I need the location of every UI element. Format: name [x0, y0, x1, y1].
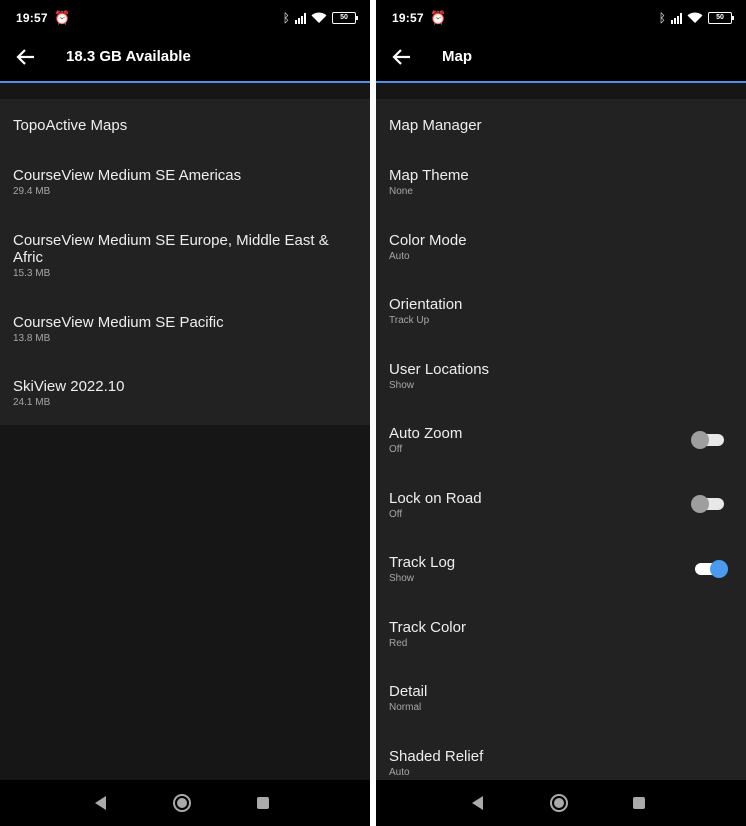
nav-bar — [376, 780, 746, 826]
setting-value: None — [389, 186, 413, 197]
auto-zoom-toggle[interactable] — [691, 431, 724, 449]
battery-icon: 50 — [708, 12, 734, 24]
map-settings-list: Map Manager Map Theme None Color Mode Au… — [376, 99, 746, 780]
setting-track-log[interactable]: Track Log Show — [389, 554, 732, 585]
setting-title: Auto Zoom — [389, 425, 463, 442]
nav-home-icon[interactable] — [549, 793, 569, 813]
setting-value: Normal — [389, 702, 422, 713]
list-item-title: SkiView 2022.10 — [13, 378, 125, 395]
app-bar: 18.3 GB Available — [0, 36, 370, 83]
list-item-size: 15.3 MB — [13, 268, 51, 279]
bluetooth-icon: ᛒ — [658, 11, 666, 25]
list-item-topoactive-maps[interactable]: TopoActive Maps — [13, 117, 356, 134]
setting-lock-on-road[interactable]: Lock on Road Off — [389, 490, 732, 521]
setting-value: Red — [389, 638, 408, 649]
lock-on-road-toggle[interactable] — [691, 495, 724, 513]
track-log-toggle[interactable] — [695, 560, 728, 578]
signal-icon — [295, 12, 306, 24]
page-title: Map — [442, 48, 472, 65]
status-bar: 19:57 ⏰ ᛒ 50 — [376, 0, 746, 36]
setting-track-color[interactable]: Track Color Red — [389, 619, 732, 650]
list-item-skiview[interactable]: SkiView 2022.10 24.1 MB — [13, 378, 356, 409]
setting-title: Lock on Road — [389, 490, 482, 507]
status-bar: 19:57 ⏰ ᛒ 50 — [0, 0, 370, 36]
toggle-knob — [691, 431, 709, 449]
list-item-title: CourseView Medium SE Europe, Middle East… — [13, 232, 329, 266]
page-title: 18.3 GB Available — [66, 48, 191, 65]
setting-value: Auto — [389, 251, 410, 262]
map-settings-screen: 19:57 ⏰ ᛒ 50 Map Map Manager Map Theme N… — [376, 0, 746, 826]
signal-icon — [671, 12, 682, 24]
nav-recents-icon[interactable] — [629, 793, 649, 813]
list-item-courseview-europe[interactable]: CourseView Medium SE Europe, Middle East… — [13, 232, 356, 280]
setting-color-mode[interactable]: Color Mode Auto — [389, 232, 732, 263]
app-bar: Map — [376, 36, 746, 83]
setting-title: Track Color — [389, 619, 466, 636]
bluetooth-icon: ᛒ — [282, 11, 290, 25]
setting-title: Shaded Relief — [389, 748, 484, 765]
alarm-off-icon: ⏰ — [54, 10, 71, 25]
list-item-title: CourseView Medium SE Americas — [13, 167, 242, 184]
toggle-knob — [710, 560, 728, 578]
battery-icon: 50 — [332, 12, 358, 24]
toggle-knob — [691, 495, 709, 513]
setting-user-locations[interactable]: User Locations Show — [389, 361, 732, 392]
back-arrow-icon[interactable] — [391, 46, 413, 68]
setting-title: User Locations — [389, 361, 490, 378]
setting-map-theme[interactable]: Map Theme None — [389, 167, 732, 198]
setting-auto-zoom[interactable]: Auto Zoom Off — [389, 425, 732, 456]
list-item-courseview-pacific[interactable]: CourseView Medium SE Pacific 13.8 MB — [13, 314, 356, 345]
setting-title: Map Manager — [389, 117, 482, 134]
list-item-title: TopoActive Maps — [13, 117, 128, 134]
setting-detail[interactable]: Detail Normal — [389, 683, 732, 714]
alarm-off-icon: ⏰ — [430, 10, 447, 25]
setting-title: Map Theme — [389, 167, 469, 184]
wifi-icon — [311, 12, 327, 23]
setting-value: Show — [389, 573, 415, 584]
setting-orientation[interactable]: Orientation Track Up — [389, 296, 732, 327]
setting-title: Orientation — [389, 296, 463, 313]
nav-bar — [0, 780, 370, 826]
setting-shaded-relief[interactable]: Shaded Relief Auto — [389, 748, 732, 779]
setting-value: Auto — [389, 767, 410, 778]
list-item-size: 24.1 MB — [13, 397, 51, 408]
status-time: 19:57 — [16, 11, 48, 25]
list-item-title: CourseView Medium SE Pacific — [13, 314, 224, 331]
setting-value: Off — [389, 444, 403, 455]
list-item-courseview-americas[interactable]: CourseView Medium SE Americas 29.4 MB — [13, 167, 356, 198]
nav-recents-icon[interactable] — [253, 793, 273, 813]
status-time: 19:57 — [392, 11, 424, 25]
back-arrow-icon[interactable] — [15, 46, 37, 68]
nav-home-icon[interactable] — [172, 793, 192, 813]
setting-value: Off — [389, 509, 403, 520]
setting-value: Show — [389, 380, 415, 391]
list-item-size: 29.4 MB — [13, 186, 51, 197]
wifi-icon — [687, 12, 703, 23]
setting-value: Track Up — [389, 315, 430, 326]
setting-title: Detail — [389, 683, 428, 700]
setting-title: Color Mode — [389, 232, 467, 249]
nav-back-icon[interactable] — [468, 793, 488, 813]
storage-screen: 19:57 ⏰ ᛒ 50 18.3 GB Available TopoActiv… — [0, 0, 370, 826]
list-item-size: 13.8 MB — [13, 333, 51, 344]
setting-title: Track Log — [389, 554, 456, 571]
maps-list: TopoActive Maps CourseView Medium SE Ame… — [0, 99, 370, 425]
nav-back-icon[interactable] — [91, 793, 111, 813]
setting-map-manager[interactable]: Map Manager — [389, 117, 732, 134]
